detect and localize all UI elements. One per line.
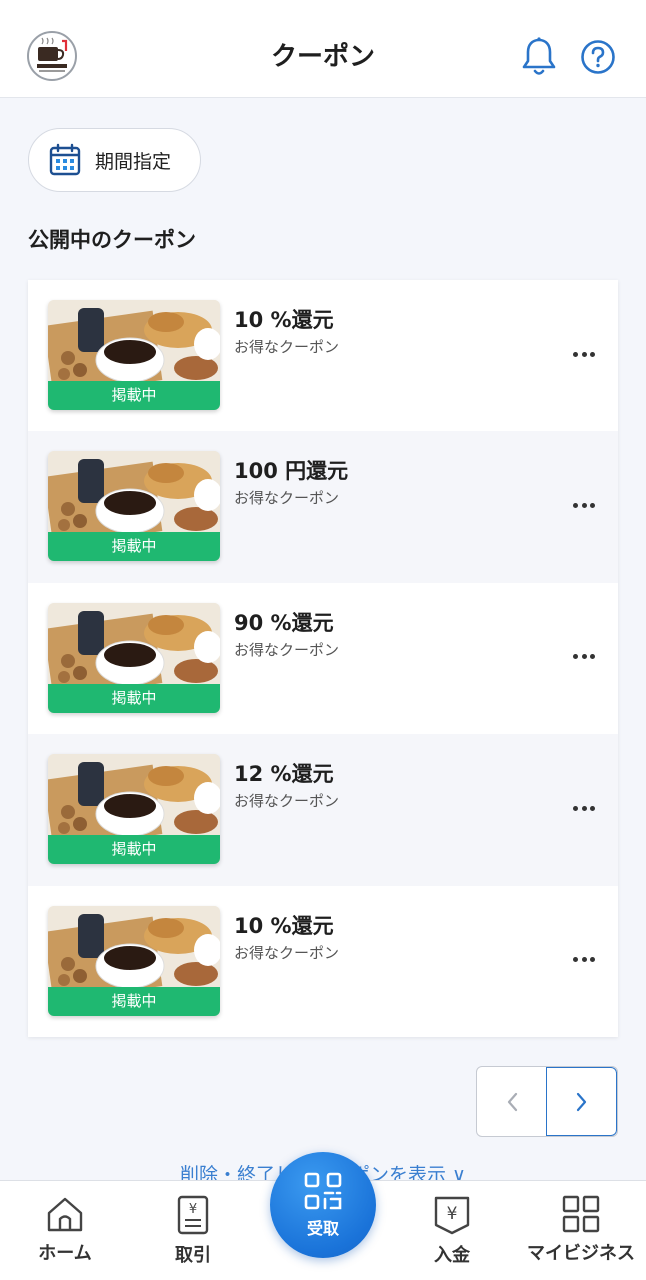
coupon-title: 10 %還元 [234, 913, 334, 938]
nav-deposit-label: 入金 [434, 1245, 470, 1266]
more-options-icon[interactable] [570, 344, 598, 364]
coupon-subtitle: お得なクーポン [234, 943, 340, 962]
coupon-thumbnail: 掲載中 [48, 300, 220, 410]
app-header: クーポン [0, 0, 646, 98]
nav-home-label: ホーム [38, 1243, 92, 1264]
coupon-title: 90 %還元 [234, 610, 334, 635]
coupon-list: 掲載中 10 %還元 お得なクーポン 掲載中 100 円還元 お得なクーポン 掲… [28, 280, 618, 1037]
coupon-thumbnail: 掲載中 [48, 451, 220, 562]
more-options-icon[interactable] [570, 495, 598, 515]
pagination [476, 1066, 618, 1137]
prev-page-button[interactable] [477, 1067, 546, 1136]
coupon-row[interactable]: 掲載中 100 円還元 お得なクーポン [28, 431, 618, 583]
coupon-thumbnail: 掲載中 [48, 754, 220, 865]
coupon-subtitle: お得なクーポン [234, 338, 340, 356]
bell-icon[interactable] [520, 36, 558, 78]
more-options-icon[interactable] [570, 950, 598, 970]
chevron-left-icon [507, 1092, 517, 1111]
calendar-icon [49, 143, 81, 176]
coupon-row[interactable]: 掲載中 12 %還元 お得なクーポン [28, 734, 618, 886]
status-badge: 掲載中 [48, 381, 220, 410]
nav-deposit[interactable]: ¥ 入金 [397, 1195, 507, 1267]
coupon-subtitle: お得なクーポン [234, 792, 340, 811]
coupon-thumbnail: 掲載中 [48, 602, 220, 713]
nav-transactions-label: 取引 [175, 1245, 211, 1266]
period-filter-button[interactable]: 期間指定 [28, 128, 201, 192]
nav-my-business-label: マイビジネス [527, 1243, 635, 1264]
coupon-title: 10 %還元 [234, 308, 334, 332]
help-icon[interactable] [580, 39, 616, 75]
coupon-row[interactable]: 掲載中 10 %還元 お得なクーポン [28, 886, 618, 1037]
coupon-subtitle: お得なクーポン [234, 640, 340, 659]
coupon-subtitle: お得なクーポン [234, 489, 340, 508]
more-options-icon[interactable] [570, 798, 598, 818]
status-badge: 掲載中 [48, 835, 220, 865]
receipt-icon: ¥ [177, 1195, 209, 1235]
coupon-thumbnail: 掲載中 [48, 905, 220, 1016]
qr-code-icon [304, 1172, 342, 1210]
more-options-icon[interactable] [570, 647, 598, 667]
home-icon [47, 1197, 83, 1232]
nav-transactions[interactable]: ¥ 取引 [138, 1195, 248, 1267]
coupon-title: 100 円還元 [234, 459, 349, 484]
nav-my-business[interactable]: マイビジネス [522, 1195, 640, 1265]
coupon-title: 12 %還元 [234, 762, 334, 787]
svg-text:¥: ¥ [447, 1204, 458, 1224]
next-page-button[interactable] [546, 1067, 617, 1136]
grid-icon [562, 1195, 600, 1233]
coupon-row[interactable]: 掲載中 10 %還元 お得なクーポン [28, 280, 618, 431]
period-filter-label: 期間指定 [95, 150, 172, 173]
deposit-icon: ¥ [434, 1196, 470, 1235]
status-badge: 掲載中 [48, 683, 220, 713]
receive-button[interactable]: 受取 [270, 1152, 376, 1258]
receive-label: 受取 [306, 1219, 339, 1238]
status-badge: 掲載中 [48, 532, 220, 562]
section-title: 公開中のクーポン [28, 228, 196, 252]
svg-text:¥: ¥ [189, 1202, 197, 1217]
chevron-right-icon [576, 1092, 586, 1111]
status-badge: 掲載中 [48, 986, 220, 1016]
nav-home[interactable]: ホーム [10, 1195, 120, 1265]
coupon-row[interactable]: 掲載中 90 %還元 お得なクーポン [28, 583, 618, 734]
